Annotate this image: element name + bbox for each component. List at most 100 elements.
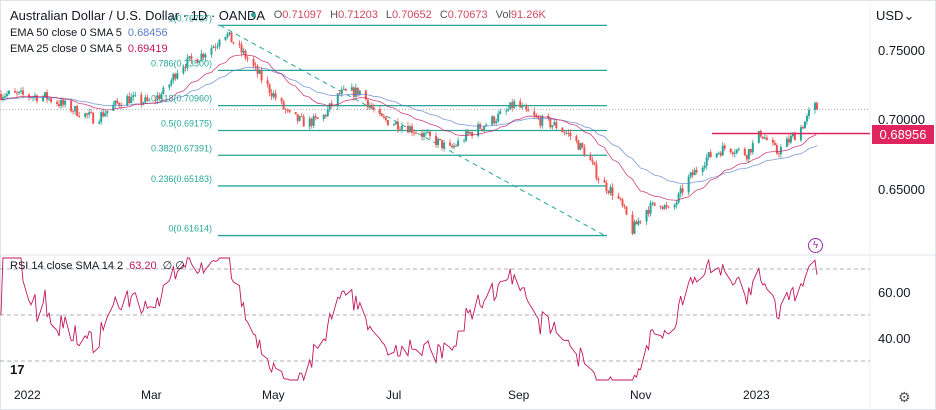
candle-body [410,126,413,133]
time-tick: Nov [630,388,652,402]
candle-body [84,113,87,117]
candle-body [398,129,401,131]
candle-body [705,157,708,166]
currency-selector[interactable]: USD⌄ [876,8,914,24]
candle-body [7,90,10,94]
candle-body [735,149,738,154]
time-tick: Sep [508,388,530,402]
candle-body [50,98,53,102]
candle-body [483,126,486,130]
candle-body [603,180,606,183]
candle-body [288,109,291,113]
hline-price-label: 0.68956 [872,125,934,144]
candle-body [310,118,313,126]
candle-body [635,221,638,225]
candle-body [453,145,456,148]
candle-body [647,210,650,214]
candle-body [21,90,24,95]
candle-body [661,206,664,209]
candle-body [597,178,600,181]
candle-body [653,202,656,206]
candle-body [787,138,790,143]
candle-body [116,100,119,103]
ema50-legend[interactable]: EMA 50 close 0 SMA 5 0.68456 [10,27,174,39]
ema25-legend[interactable]: EMA 25 close 0 SMA 5 0.69419 [10,43,174,55]
candle-body [214,46,217,48]
candle-body [270,92,273,97]
candle-body [316,117,319,119]
candle-body [232,42,235,44]
candle-body [230,32,233,43]
candle-body [435,135,438,145]
candle-body [72,111,75,113]
candle-body [378,109,381,114]
candle-body [639,220,642,222]
gear-icon[interactable]: ⚙ [898,389,911,406]
candle-body [709,152,712,158]
candle-body [777,153,780,155]
candle-body [128,96,131,104]
candle-body [673,205,676,208]
candle-body [212,46,215,49]
candle-body [372,107,375,110]
candle-body [689,172,692,177]
candle-body [675,202,678,206]
candle-body [254,65,257,67]
candle-body [651,202,654,204]
candle-body [102,112,105,117]
price-chart[interactable]: 1(0.76737)0.786(0.73500)0.618(0.70960)0.… [0,0,936,410]
candle-body [384,117,387,121]
candle-body [226,33,229,37]
candle-body [394,121,397,125]
candle-body [90,112,93,114]
candle-body [723,145,726,149]
candle-body [649,203,652,214]
candle-body [593,162,596,165]
candle-body [174,74,177,79]
candle-body [196,59,199,63]
candle-body [679,188,682,194]
candle-body [5,93,8,97]
chart-title: Australian Dollar / U.S. Dollar · 1D · O… [10,8,266,23]
candle-body [721,145,724,156]
candle-body [493,116,496,124]
candle-body [386,120,389,126]
candle-body [324,114,327,117]
tradingview-logo-icon[interactable]: 17 [10,362,24,377]
candle-body [785,138,788,147]
candle-body [370,105,373,108]
candle-body [695,169,698,172]
lightning-icon[interactable]: ϟ [808,238,823,253]
candle-body [745,155,748,160]
candle-body [0,93,2,100]
candle-body [382,116,385,118]
candle-body [44,92,47,97]
candle-body [88,112,91,115]
ema25-line [0,54,818,201]
candle-body [555,122,558,129]
candle-body [567,132,570,134]
candle-body [140,94,143,104]
candle-body [400,125,403,130]
candle-body [272,93,275,97]
rsi-legend[interactable]: RSI 14 close SMA 14 2 63.20 ∅ ∅ [10,259,191,272]
candle-body [607,191,610,194]
candle-body [184,67,187,68]
candle-body [549,118,552,128]
candle-body [252,59,255,66]
candle-body [17,91,20,93]
candle-body [733,153,736,154]
candle-body [609,187,612,194]
candle-body [737,148,740,150]
candle-body [86,113,89,115]
candle-body [3,96,6,98]
candle-body [114,100,117,105]
candle-body [144,97,147,103]
candle-body [294,112,297,115]
candle-body [813,102,816,110]
candle-body [312,116,315,126]
time-tick: Jul [386,388,402,402]
candle-body [414,132,417,134]
candle-body [92,112,95,124]
candle-body [751,142,754,153]
